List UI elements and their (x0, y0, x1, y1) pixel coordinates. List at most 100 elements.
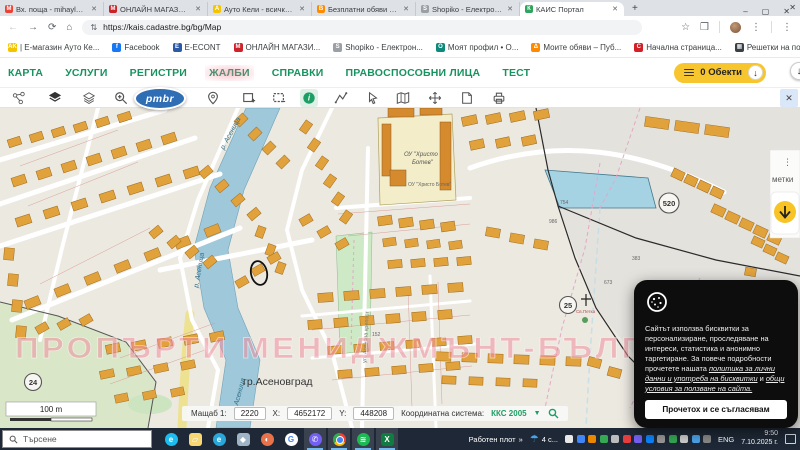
print-icon[interactable] (490, 89, 508, 107)
crs-caret-icon[interactable]: ▼ (534, 410, 541, 417)
tab-close-icon[interactable]: ✕ (90, 5, 98, 13)
tray-icon[interactable] (611, 435, 619, 443)
tray-icon[interactable] (634, 435, 642, 443)
tray-icon[interactable] (565, 435, 573, 443)
bookmark-label: ОНЛАЙН МАГАЗИ... (245, 43, 321, 52)
bookmark-item[interactable]: S Shopiko - Електрон... (333, 43, 423, 52)
url-field[interactable]: ⇅ https://kais.cadastre.bg/bg/Map (82, 19, 643, 35)
profile-avatar[interactable] (730, 21, 741, 33)
tab-close-icon[interactable]: ✕ (402, 5, 410, 13)
crs-dropdown[interactable]: ККС 2005 (491, 409, 526, 418)
nav-item-1[interactable]: КАРТА (8, 67, 43, 79)
taskbar-app-edge[interactable]: e (208, 428, 230, 450)
extensions-icon[interactable]: ❒ (700, 22, 709, 33)
tab-close-icon[interactable]: ✕ (194, 5, 202, 13)
back-icon[interactable]: ← (8, 22, 18, 33)
new-tab-button[interactable]: + (632, 3, 638, 14)
taskbar-app-chrome[interactable] (328, 428, 350, 450)
bookmark-item[interactable]: М ОНЛАЙН МАГАЗИ... (233, 43, 321, 52)
map-search-icon[interactable] (548, 408, 559, 419)
taskbar-app-file-explorer[interactable]: ▱ (184, 428, 206, 450)
tray-icon[interactable] (657, 435, 665, 443)
layers-filled-icon[interactable] (46, 89, 64, 107)
measure-line-icon[interactable] (332, 89, 350, 107)
bookmark-item[interactable]: ▦Решетки на покрива (734, 43, 800, 52)
bookmark-item[interactable]: Δ Моите обяви – Пуб... (531, 43, 621, 52)
language-indicator[interactable]: ENG (718, 435, 734, 444)
reload-icon[interactable]: ⟳ (48, 22, 56, 33)
info-icon[interactable]: i (300, 89, 318, 107)
nav-item-7[interactable]: ТЕСТ (502, 67, 530, 79)
bookmark-item[interactable]: С Начална страница... (634, 43, 722, 52)
taskbar-app-excel[interactable]: X (376, 428, 398, 450)
bookmark-star-icon[interactable]: ☆ (681, 22, 690, 33)
cookie-accept-button[interactable]: Прочетох и се съгласявам (645, 400, 787, 420)
taskbar-app-viber[interactable]: ✆ (304, 428, 326, 450)
zoom-in-icon[interactable] (112, 89, 130, 107)
taskbar-search-input[interactable]: Търсене (2, 430, 152, 448)
extra-close-icon[interactable]: ✕ (789, 3, 796, 12)
pointer-arrow-icon[interactable] (364, 89, 382, 107)
export-page-icon[interactable] (458, 89, 476, 107)
road-badge: 520 (658, 192, 680, 214)
tab-close-icon[interactable]: ✕ (611, 5, 619, 13)
taskbar-app-google[interactable]: G (280, 428, 302, 450)
tray-icon[interactable] (599, 435, 608, 443)
notification-center-icon[interactable] (785, 434, 796, 444)
x-coordinate[interactable]: 4652172 (287, 407, 333, 420)
tray-icon[interactable] (588, 435, 596, 443)
select-extent-icon[interactable] (270, 89, 288, 107)
objects-button[interactable]: 0 Обекти ↓ (674, 62, 766, 83)
fold-map-icon[interactable] (394, 89, 412, 107)
browser-tab[interactable]: SShopiko - Електронен маг✕ (416, 2, 520, 16)
browser-tab[interactable]: К КАИС Портал ✕ (520, 2, 624, 16)
browser-menu-icon[interactable]: ⋮ (751, 22, 761, 33)
scale-input[interactable]: 2220 (233, 407, 266, 420)
tray-icon[interactable] (622, 435, 631, 443)
taskbar-app-paint[interactable]: ◐ (256, 428, 278, 450)
bookmark-item[interactable]: AK | Е-магазин Ауто Ке... (8, 43, 99, 52)
browser-tab[interactable]: MВх. поща - mihaylov.r@gm✕ (0, 2, 104, 16)
tab-close-icon[interactable]: ✕ (506, 5, 514, 13)
bookmark-item[interactable]: O Моят профил • O... (435, 43, 518, 52)
tray-icon[interactable] (680, 435, 688, 443)
layers-outline-icon[interactable] (80, 89, 98, 107)
weather-widget[interactable]: ☂ 4 с... (530, 434, 558, 445)
url-text[interactable]: https://kais.cadastre.bg/bg/Map (103, 22, 221, 32)
site-settings-icon[interactable]: ⇅ (90, 23, 97, 32)
location-pin-icon[interactable] (204, 89, 222, 107)
y-coordinate[interactable]: 448208 (353, 407, 395, 420)
tray-icon[interactable] (703, 435, 711, 443)
bookmark-item[interactable]: E E-ECONT (172, 43, 221, 52)
window-maximize-button[interactable]: ▢ (762, 7, 770, 16)
tray-icon[interactable] (668, 435, 677, 443)
desktop-toolbar[interactable]: Работен плот» (469, 435, 523, 444)
nav-item-4[interactable]: ЖАЛБИ (205, 64, 254, 81)
bookmark-item[interactable]: f Facebook (112, 43, 160, 52)
tab-close-icon[interactable]: ✕ (298, 5, 306, 13)
tray-icon[interactable] (645, 435, 654, 443)
nav-item-2[interactable]: УСЛУГИ (65, 67, 107, 79)
draw-rectangle-icon[interactable] (240, 89, 258, 107)
window-minimize-button[interactable]: – (743, 7, 747, 16)
pan-move-icon[interactable] (426, 89, 444, 107)
taskbar-clock[interactable]: 9:50 7.10.2025 г. (741, 430, 778, 448)
taskbar-app-spotify[interactable]: ≋ (352, 428, 374, 450)
nav-item-6[interactable]: ПРАВОСПОСОБНИ ЛИЦА (345, 67, 480, 79)
close-map-icon[interactable]: ✕ (780, 89, 798, 107)
sidebar-menu-icon[interactable]: ⋮ (782, 22, 792, 33)
home-icon[interactable]: ⌂ (66, 22, 72, 33)
y-label: Y: (339, 409, 347, 418)
browser-tab[interactable]: BБезплатни обяви от Baza✕ (312, 2, 416, 16)
tray-icon[interactable] (576, 435, 585, 443)
forward-icon[interactable]: → (28, 22, 38, 33)
nav-item-5[interactable]: СПРАВКИ (272, 67, 324, 79)
nav-item-3[interactable]: РЕГИСТРИ (130, 67, 187, 79)
chevron-down-icon[interactable]: ↓ (748, 65, 763, 80)
share-network-icon[interactable] (10, 89, 28, 107)
tray-icon[interactable] (691, 435, 700, 443)
taskbar-app-internet-explorer[interactable]: e (160, 428, 182, 450)
taskbar-app-maps[interactable]: ◆ (232, 428, 254, 450)
browser-tab[interactable]: AАуто Кели - всичко за ав✕ (208, 2, 312, 16)
browser-tab[interactable]: МОНЛАЙН МАГАЗИН ЗА А✕ (104, 2, 208, 16)
